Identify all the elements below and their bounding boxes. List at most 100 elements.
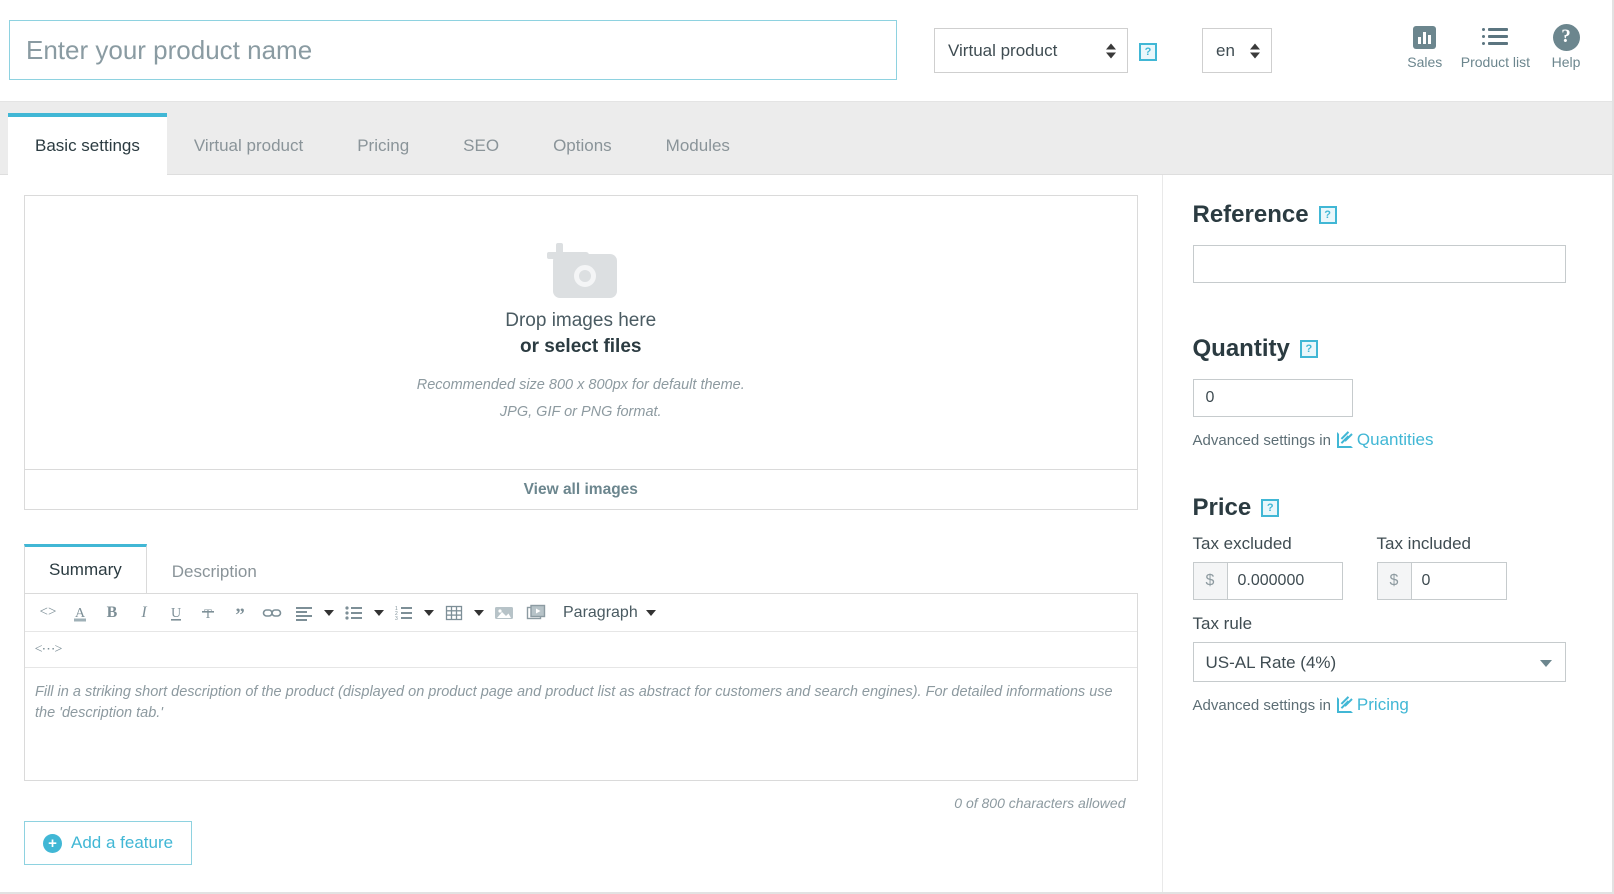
quantity-help-icon[interactable]: ?	[1299, 340, 1318, 358]
table-dropdown-caret-icon[interactable]	[471, 599, 487, 627]
video-icon[interactable]	[521, 599, 551, 627]
embed-code-icon[interactable]: <⋯>	[33, 636, 63, 664]
language-select[interactable]: en	[1202, 28, 1272, 73]
tax-rule-select[interactable]: US-AL Rate (4%)	[1192, 642, 1566, 682]
bold-icon[interactable]: B	[97, 599, 127, 627]
main-column: Drop images here or select files Recomme…	[0, 175, 1162, 892]
tab-pricing[interactable]: Pricing	[330, 118, 436, 174]
tab-label: Pricing	[357, 136, 410, 155]
tab-label: Basic settings	[35, 136, 140, 155]
character-count: 0 of 800 characters allowed	[954, 795, 1126, 811]
view-all-images-button[interactable]: View all images	[24, 470, 1138, 510]
image-icon[interactable]	[489, 599, 519, 627]
plus-circle-icon: +	[43, 833, 62, 853]
select-files-link[interactable]: or select files	[520, 336, 641, 358]
sales-action[interactable]: Sales	[1403, 22, 1447, 70]
dropzone-primary-text: Drop images here	[505, 310, 657, 332]
tax-included-label: Tax included	[1376, 534, 1472, 553]
reference-input[interactable]	[1192, 245, 1566, 283]
sidebar-column: Reference ? Quantity ? Advanced settings…	[1161, 175, 1613, 892]
price-tax-included-input[interactable]	[1410, 562, 1507, 600]
paragraph-format-label: Paragraph	[563, 603, 638, 621]
image-dropzone[interactable]: Drop images here or select files Recomme…	[24, 195, 1138, 470]
price-title: Price	[1192, 494, 1252, 521]
tab-virtual-product[interactable]: Virtual product	[167, 118, 330, 174]
help-label: Help	[1551, 54, 1581, 70]
quantities-link[interactable]: Quantities	[1336, 430, 1433, 450]
source-code-icon[interactable]: <>	[33, 599, 63, 627]
ed-tab-label: Summary	[49, 560, 122, 579]
ordered-list-icon[interactable]: 123	[389, 599, 419, 627]
product-list-label: Product list	[1460, 54, 1530, 70]
dropzone-note-size: Recommended size 800 x 800px for default…	[416, 377, 745, 394]
sales-label: Sales	[1407, 54, 1443, 70]
price-advanced-settings: Advanced settings in Pricing	[1193, 695, 1567, 715]
tax-rule-label: Tax rule	[1192, 614, 1253, 633]
page-body: Drop images here or select files Recomme…	[0, 175, 1613, 892]
add-feature-button[interactable]: + Add a feature	[24, 821, 193, 865]
product-type-select[interactable]: Virtual product	[934, 28, 1128, 73]
tab-description[interactable]: Description	[147, 549, 282, 593]
reference-help-icon[interactable]: ?	[1318, 206, 1337, 224]
paragraph-format-dropdown[interactable]: Paragraph	[563, 604, 656, 622]
tab-options[interactable]: Options	[526, 118, 639, 174]
price-advanced-prefix: Advanced settings in	[1192, 696, 1331, 714]
header-actions: Sales Product list ? Help	[1403, 22, 1588, 70]
unordered-list-dropdown-caret-icon[interactable]	[371, 599, 387, 627]
tab-basic-settings[interactable]: Basic settings	[8, 113, 167, 175]
product-edit-page: Virtual product ? en Sales	[0, 0, 1614, 894]
price-tax-excluded-input[interactable]	[1226, 562, 1343, 600]
tab-label: Virtual product	[193, 136, 304, 155]
link-icon[interactable]	[257, 599, 287, 627]
blockquote-icon[interactable]: ”	[225, 599, 255, 627]
reference-heading: Reference ?	[1193, 201, 1567, 229]
svg-text:U: U	[171, 606, 181, 621]
tax-excluded-label: Tax excluded	[1192, 534, 1292, 553]
price-heading: Price ?	[1193, 494, 1567, 522]
pricing-link-label: Pricing	[1356, 695, 1409, 714]
dropzone-note-format: JPG, GIF or PNG format.	[499, 403, 662, 420]
quantity-heading: Quantity ?	[1193, 335, 1567, 363]
align-dropdown-caret-icon[interactable]	[321, 599, 337, 627]
main-tabs: Basic settings Virtual product Pricing S…	[0, 102, 1612, 175]
summary-textarea[interactable]: Fill in a striking short description of …	[25, 668, 1137, 780]
unordered-list-icon[interactable]	[339, 599, 369, 627]
language-select-wrapper: en	[1202, 28, 1272, 73]
editor-toolbar-row1: <> A B I U T ” 1 2 3 Paragraph	[25, 594, 1137, 632]
add-photo-icon	[545, 240, 617, 299]
align-left-icon[interactable]	[289, 599, 319, 627]
tax-rule-select-wrapper: US-AL Rate (4%)	[1192, 642, 1566, 682]
tab-modules[interactable]: Modules	[639, 118, 757, 174]
add-feature-label: Add a feature	[71, 833, 174, 852]
tab-seo[interactable]: SEO	[436, 118, 526, 174]
reference-title: Reference	[1192, 201, 1309, 228]
quantity-title: Quantity	[1192, 335, 1290, 362]
product-name-input[interactable]	[9, 20, 897, 80]
svg-text:T: T	[204, 606, 212, 621]
tab-summary[interactable]: Summary	[24, 544, 147, 594]
ed-tab-label: Description	[171, 561, 257, 581]
quantity-input[interactable]	[1192, 379, 1353, 417]
summary-editor: <> A B I U T ” 1 2 3 Paragraph <⋯> Fill …	[24, 593, 1138, 781]
quantity-advanced-settings: Advanced settings in Quantities	[1193, 430, 1567, 450]
editor-toolbar-row2: <⋯>	[25, 632, 1137, 668]
font-color-icon[interactable]: A	[65, 599, 95, 627]
table-icon[interactable]	[439, 599, 469, 627]
italic-icon[interactable]: I	[129, 599, 159, 627]
pricing-link[interactable]: Pricing	[1336, 695, 1409, 715]
product-type-help-icon[interactable]: ?	[1139, 43, 1157, 61]
underline-icon[interactable]: U	[161, 599, 191, 627]
help-action[interactable]: ? Help	[1544, 22, 1588, 70]
currency-symbol-excluded: $	[1192, 562, 1227, 600]
price-help-icon[interactable]: ?	[1261, 499, 1280, 517]
bar-chart-icon	[1413, 22, 1437, 52]
description-tabs: Summary Description	[24, 544, 1138, 594]
strikethrough-icon[interactable]: T	[193, 599, 223, 627]
tab-label: Modules	[665, 136, 730, 155]
ordered-list-dropdown-caret-icon[interactable]	[421, 599, 437, 627]
external-link-icon	[1336, 431, 1353, 448]
page-header: Virtual product ? en Sales	[0, 0, 1612, 102]
external-link-icon	[1336, 696, 1353, 713]
product-list-action[interactable]: Product list	[1461, 22, 1530, 70]
product-name-field-wrapper	[9, 20, 897, 80]
